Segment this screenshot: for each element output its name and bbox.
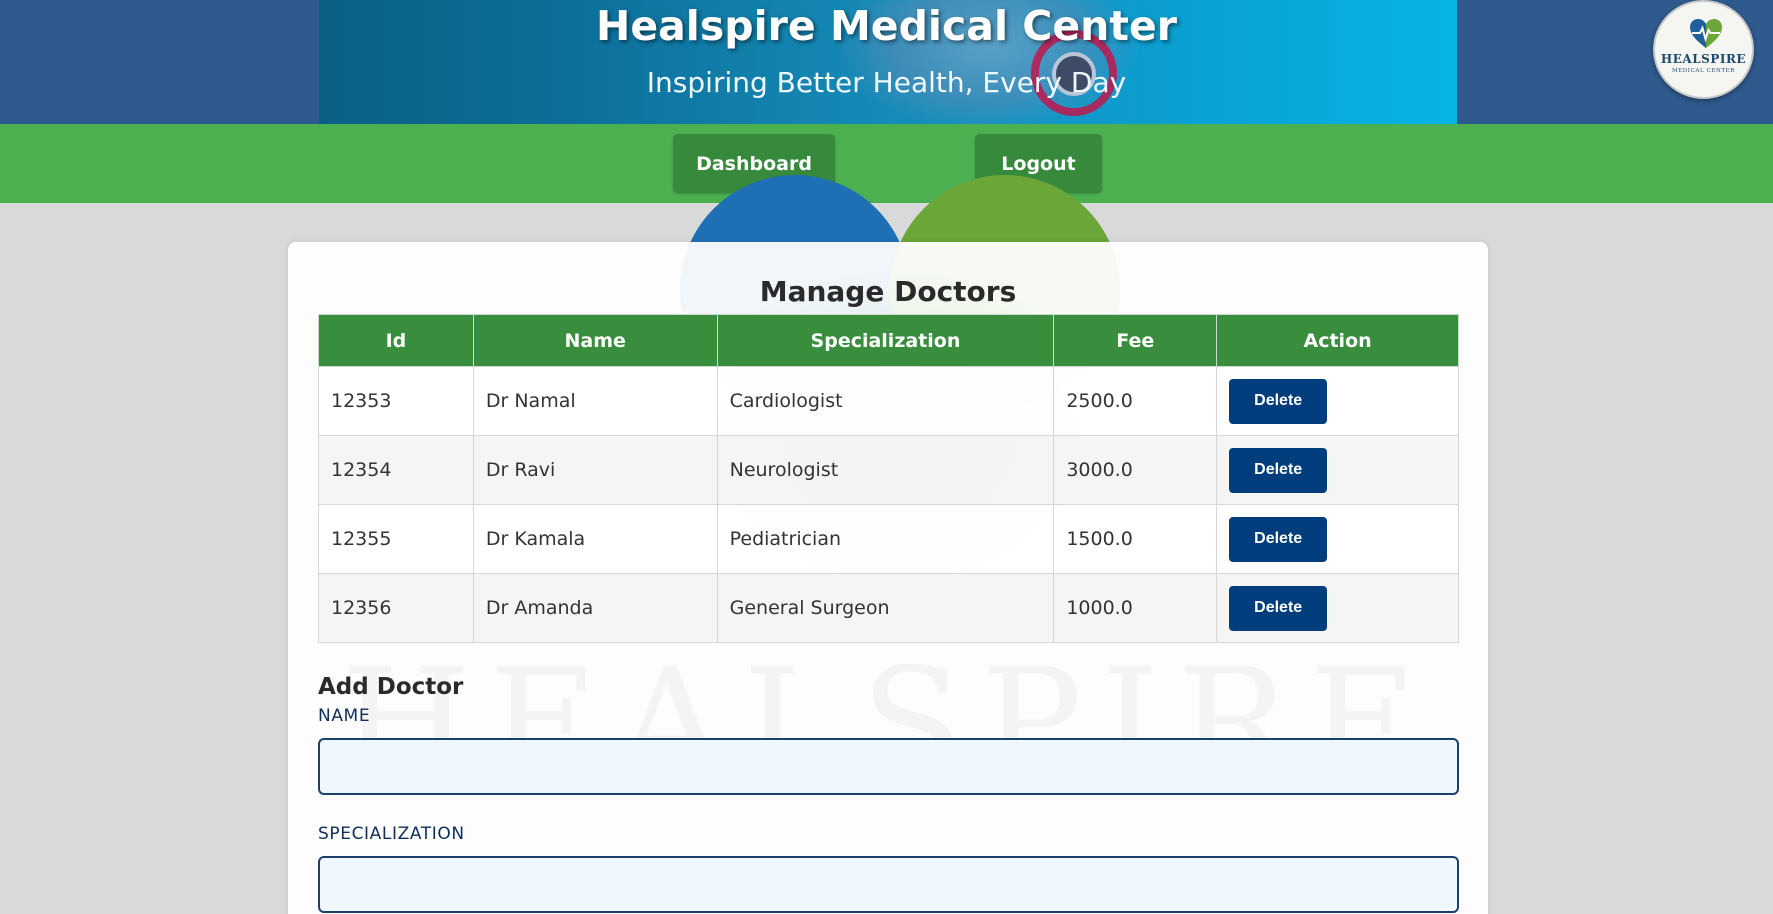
add-doctor-heading: Add Doctor — [318, 674, 464, 700]
name-label: NAME — [318, 706, 371, 726]
column-header-specialization: Specialization — [716, 314, 1055, 367]
manage-doctors-panel: HEALSPIRE Manage Doctors Id Name Special… — [288, 242, 1488, 914]
healspire-logo: HEALSPIRE MEDICAL CENTER — [1653, 0, 1754, 99]
table-header-row: Id Name Specialization Fee Action — [318, 314, 1459, 367]
cell-id: 12356 — [318, 573, 474, 643]
cell-specialization: General Surgeon — [716, 573, 1055, 643]
delete-button[interactable]: Delete — [1229, 378, 1328, 424]
cell-fee: 2500.0 — [1053, 366, 1218, 436]
cell-specialization: Neurologist — [716, 435, 1055, 505]
cell-name: Dr Amanda — [472, 573, 718, 643]
table-row: 12355 Dr Kamala Pediatrician 1500.0 Dele… — [318, 504, 1459, 574]
cell-specialization: Cardiologist — [716, 366, 1055, 436]
cell-id: 12353 — [318, 366, 474, 436]
cell-fee: 3000.0 — [1053, 435, 1218, 505]
column-header-fee: Fee — [1053, 314, 1218, 367]
cell-action: Delete — [1216, 366, 1459, 436]
column-header-action: Action — [1216, 314, 1459, 367]
specialization-label: SPECIALIZATION — [318, 824, 465, 844]
logo-subtitle: MEDICAL CENTER — [1671, 68, 1736, 74]
doctors-table: Id Name Specialization Fee Action 12353 … — [318, 314, 1459, 643]
site-header: Healspire Medical Center Inspiring Bette… — [0, 0, 1773, 124]
table-row: 12356 Dr Amanda General Surgeon 1000.0 D… — [318, 573, 1459, 643]
delete-button[interactable]: Delete — [1229, 447, 1328, 493]
logo-name: HEALSPIRE — [1660, 52, 1747, 66]
heart-pulse-icon — [1690, 19, 1722, 48]
table-row: 12354 Dr Ravi Neurologist 3000.0 Delete — [318, 435, 1459, 505]
page-title: Manage Doctors — [759, 275, 1017, 308]
table-row: 12353 Dr Namal Cardiologist 2500.0 Delet… — [318, 366, 1459, 436]
name-input[interactable] — [318, 738, 1459, 795]
specialization-input[interactable] — [318, 856, 1459, 913]
cell-name: Dr Kamala — [472, 504, 718, 574]
cell-name: Dr Namal — [472, 366, 718, 436]
cell-action: Delete — [1216, 435, 1459, 505]
cell-specialization: Pediatrician — [716, 504, 1055, 574]
nav-bar: Dashboard Logout — [0, 124, 1773, 203]
cell-id: 12355 — [318, 504, 474, 574]
cell-action: Delete — [1216, 504, 1459, 574]
delete-button[interactable]: Delete — [1229, 585, 1328, 631]
column-header-id: Id — [318, 314, 474, 367]
site-subtitle: Inspiring Better Health, Every Day — [646, 66, 1127, 99]
cell-fee: 1000.0 — [1053, 573, 1218, 643]
cell-id: 12354 — [318, 435, 474, 505]
site-title: Healspire Medical Center — [596, 2, 1177, 50]
column-header-name: Name — [472, 314, 718, 367]
delete-button[interactable]: Delete — [1229, 516, 1328, 562]
cell-fee: 1500.0 — [1053, 504, 1218, 574]
cell-action: Delete — [1216, 573, 1459, 643]
cell-name: Dr Ravi — [472, 435, 718, 505]
